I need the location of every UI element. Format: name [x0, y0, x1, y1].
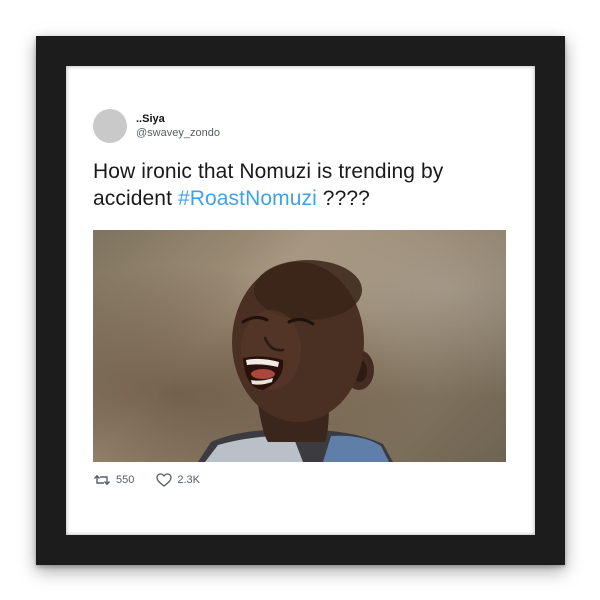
- user-handle[interactable]: @swavey_zondo: [136, 126, 220, 140]
- tweet-photo[interactable]: [93, 230, 506, 462]
- display-name[interactable]: ..Siya: [136, 112, 220, 126]
- author-names: ..Siya @swavey_zondo: [136, 112, 220, 140]
- retweet-count: 550: [116, 474, 135, 486]
- tweet-text-tail: ????: [316, 187, 370, 210]
- like-button[interactable]: 2.3K: [156, 473, 200, 487]
- avatar[interactable]: [93, 109, 127, 143]
- child-photo-illustration: [198, 260, 393, 462]
- hashtag-link[interactable]: #RoastNomuzi: [178, 187, 317, 210]
- tweet-text: How ironic that Nomuzi is trending by ac…: [93, 158, 506, 212]
- tweet-header: ..Siya @swavey_zondo: [93, 106, 506, 146]
- frame-mat: ..Siya @swavey_zondo How ironic that Nom…: [66, 66, 535, 535]
- page: ..Siya @swavey_zondo How ironic that Nom…: [0, 0, 600, 600]
- tweet-card: ..Siya @swavey_zondo How ironic that Nom…: [93, 106, 506, 489]
- like-count: 2.3K: [177, 474, 200, 486]
- retweet-button[interactable]: 550: [93, 473, 134, 487]
- picture-frame: ..Siya @swavey_zondo How ironic that Nom…: [36, 36, 565, 565]
- retweet-icon: [93, 473, 111, 487]
- heart-icon: [156, 473, 173, 487]
- tweet-actions: 550 2.3K: [93, 471, 506, 489]
